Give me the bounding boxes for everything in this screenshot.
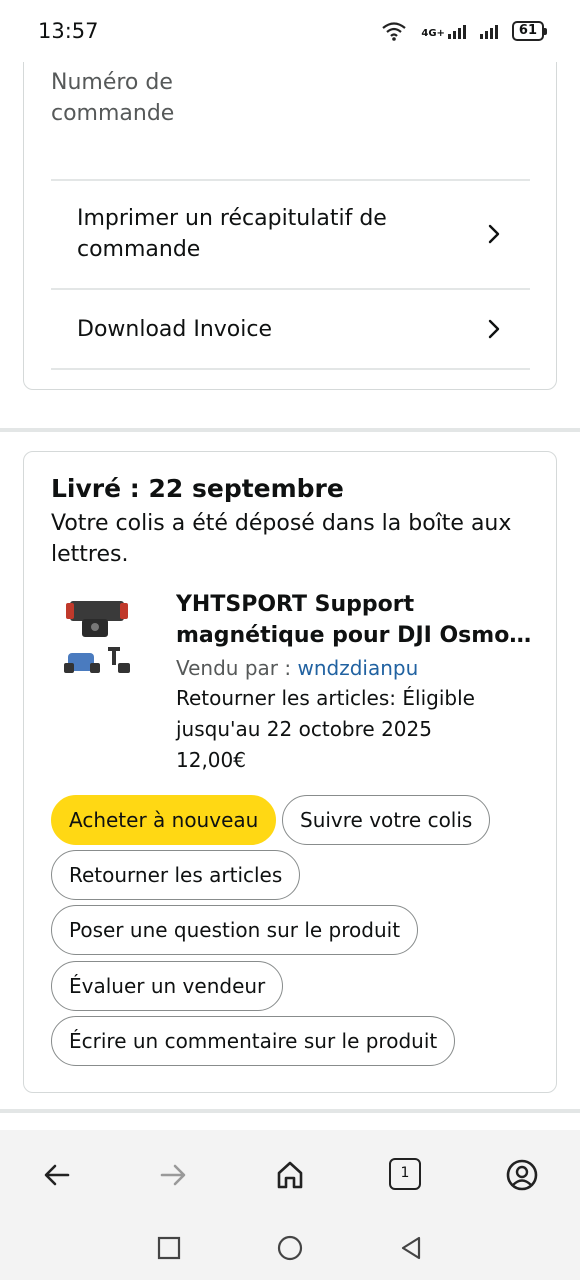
write-review-button[interactable]: Écrire un commentaire sur le produit [51,1016,456,1066]
status-bar: 13:57 4G+ 61 [0,0,580,62]
signal-icon [479,23,498,39]
sold-by: Vendu par : wndzdianpu [176,653,536,683]
wifi-icon [382,22,407,41]
recents-icon[interactable] [155,1234,183,1262]
network-type: 4G+ [421,23,466,39]
home-circle-icon[interactable] [276,1234,304,1262]
battery-icon: 61 [511,21,548,41]
order-label-line: Numéro de [51,70,173,95]
shipment-card: Livré : 22 septembre Votre colis a été d… [23,451,557,1093]
delivery-detail: Votre colis a été déposé dans la boîte a… [51,511,512,567]
back-triangle-icon[interactable] [397,1234,425,1262]
product-info: YHTSPORT Support magnétique pour DJI Osm… [176,589,536,776]
product-image[interactable] [56,597,136,687]
section-separator [0,1109,580,1113]
sold-by-label: Vendu par : [176,656,298,680]
print-recap-link[interactable]: Imprimer un récapitulatif de commande [51,181,530,287]
back-arrow-icon[interactable] [40,1158,74,1192]
ask-question-button[interactable]: Poser une question sur le produit [51,905,419,955]
section-separator [0,428,580,432]
order-label-line: commande [51,101,175,126]
home-icon[interactable] [273,1158,307,1192]
delivery-status: Livré : 22 septembre [51,474,344,503]
product-price: 12,00€ [176,748,246,772]
print-recap-label: Imprimer un récapitulatif de commande [77,206,387,262]
status-icons: 4G+ 61 [381,20,548,42]
download-invoice-link[interactable]: Download Invoice [51,290,530,368]
divider [51,368,530,370]
return-eligibility: Retourner les articles: Éligible jusqu'a… [176,686,475,741]
browser-bottom-bar: 1 [0,1130,580,1280]
status-time: 13:57 [38,19,99,43]
product-title[interactable]: YHTSPORT Support magnétique pour DJI Osm… [176,589,536,651]
account-icon[interactable] [505,1158,539,1192]
page-content: effectuée le Numéro de commande 171-3168… [0,0,580,1130]
buy-again-button[interactable]: Acheter à nouveau [51,795,277,845]
seller-link[interactable]: wndzdianpu [297,656,418,680]
return-items-button[interactable]: Retourner les articles [51,850,301,900]
chevron-right-icon [488,319,500,339]
track-package-button[interactable]: Suivre votre colis [282,795,491,845]
rate-seller-button[interactable]: Évaluer un vendeur [51,961,284,1011]
download-invoice-label: Download Invoice [77,316,273,342]
signal-icon [447,23,466,39]
forward-arrow-icon[interactable] [156,1158,190,1192]
chevron-right-icon [488,224,500,244]
tabs-icon[interactable]: 1 [389,1158,421,1190]
